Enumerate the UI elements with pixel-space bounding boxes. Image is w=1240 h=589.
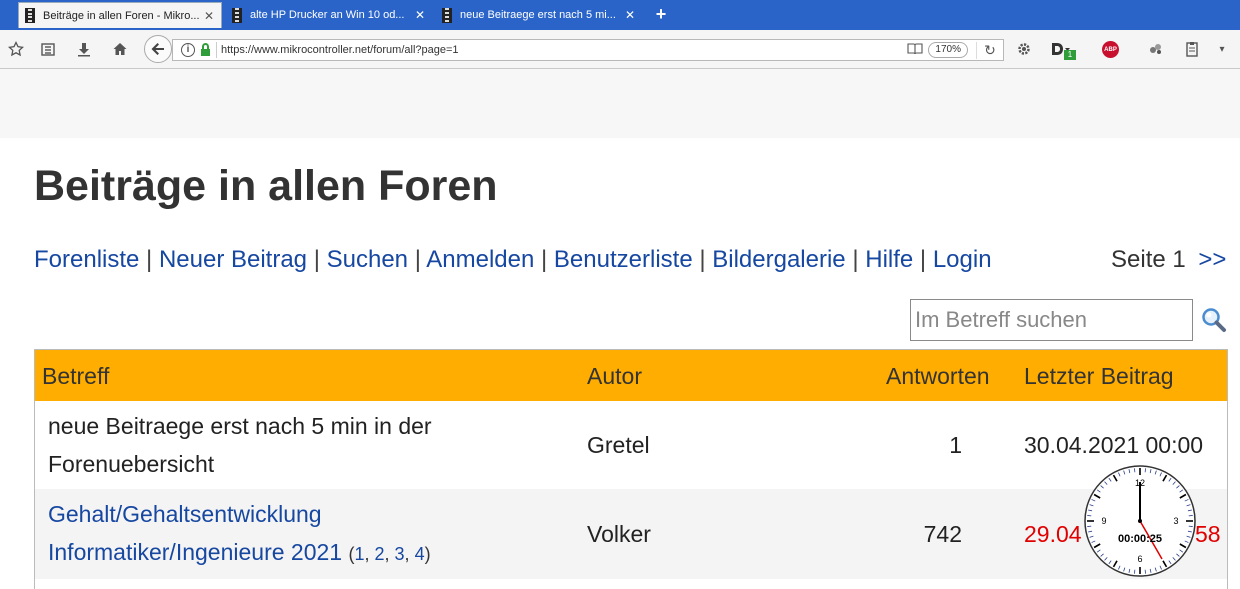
thread-title-line: neue Beitraege erst nach 5 min in der xyxy=(48,413,432,439)
new-tab-button[interactable]: + xyxy=(650,4,672,24)
column-header-last-post[interactable]: Letzter Beitrag xyxy=(1024,363,1174,390)
thread-answer-count: 1 xyxy=(949,432,962,459)
column-header-subject[interactable]: Betreff xyxy=(42,363,109,390)
thread-title-line: Gehalt/Gehaltsentwicklung xyxy=(48,501,322,527)
site-info-icon[interactable]: i xyxy=(181,43,195,57)
tab-beitraege[interactable]: Beiträge in allen Foren - Mikro... ✕ xyxy=(18,2,222,28)
mikrocontroller-favicon xyxy=(442,8,452,23)
nav-link-login[interactable]: Login xyxy=(933,246,992,273)
thread-author: Volker xyxy=(587,521,651,548)
tab-title: neue Beitraege erst nach 5 mi... xyxy=(460,9,622,21)
navigation-toolbar: i https://www.mikrocontroller.net/forum/… xyxy=(0,30,1240,69)
nav-separator: | xyxy=(314,246,320,273)
reader-view-icon[interactable] xyxy=(906,43,924,58)
thread-page-links: (1, 2, 3, 4) xyxy=(348,544,430,564)
adblock-icon[interactable]: ABP xyxy=(1102,41,1119,58)
url-separator xyxy=(216,42,217,58)
thread-last-post-time-fragment: 58 xyxy=(1195,521,1221,548)
mikrocontroller-favicon xyxy=(25,8,35,23)
page-indicator: Seite 1 xyxy=(1111,246,1186,273)
pagination: Seite 1 >> xyxy=(1111,244,1226,276)
thread-link[interactable]: Gehalt/Gehaltsentwicklung Informatiker/In… xyxy=(48,501,342,565)
nav-link-anmelden[interactable]: Anmelden xyxy=(426,246,534,273)
nav-link-hilfe[interactable]: Hilfe xyxy=(865,246,913,273)
thread-last-post-date: 30.04.2021 00:00 xyxy=(1024,432,1203,459)
nav-link-neuer-beitrag[interactable]: Neuer Beitrag xyxy=(159,246,307,273)
bookmarks-library-icon[interactable] xyxy=(38,39,58,59)
thread-last-post-date: 29.04 xyxy=(1024,521,1082,548)
clipboard-icon[interactable] xyxy=(1182,39,1202,59)
table-header: Betreff Autor Antworten Letzter Beitrag xyxy=(35,350,1227,401)
bookmark-star-icon[interactable] xyxy=(6,39,26,59)
tab-title: alte HP Drucker an Win 10 od... xyxy=(250,9,412,21)
thread-answer-count: 742 xyxy=(924,521,962,548)
nav-separator: | xyxy=(541,246,547,273)
page-header-band xyxy=(0,69,1240,138)
address-bar[interactable]: i https://www.mikrocontroller.net/forum/… xyxy=(172,39,1004,61)
mikrocontroller-favicon xyxy=(232,8,242,23)
stopwatch-dial: 12 3 6 9 00:00:25 xyxy=(1083,464,1197,578)
close-tab-icon[interactable]: ✕ xyxy=(201,9,217,23)
nav-link-forenliste[interactable]: Forenliste xyxy=(34,246,139,273)
back-arrow-icon xyxy=(150,41,166,57)
nav-separator: | xyxy=(920,246,926,273)
stopwatch-time: 00:00:25 xyxy=(1118,533,1162,545)
nav-link-bildergalerie[interactable]: Bildergalerie xyxy=(712,246,845,273)
dial-label-9: 9 xyxy=(1101,516,1106,526)
next-page-link[interactable]: >> xyxy=(1198,246,1226,273)
overflow-menu-chevron-icon[interactable]: ▾ xyxy=(1212,39,1232,59)
page-title: Beiträge in allen Foren xyxy=(34,160,498,212)
nav-separator: | xyxy=(699,246,705,273)
forum-navigation: Forenliste | Neuer Beitrag | Suchen | An… xyxy=(34,244,992,276)
column-header-author[interactable]: Autor xyxy=(587,363,642,390)
tab-hp-drucker[interactable]: alte HP Drucker an Win 10 od... ✕ xyxy=(226,2,432,28)
close-tab-icon[interactable]: ✕ xyxy=(412,8,428,22)
thread-page-link-1[interactable]: 1 xyxy=(354,544,364,564)
subject-search-input[interactable] xyxy=(910,299,1193,341)
nav-separator: | xyxy=(852,246,858,273)
thread-subject: Gehalt/Gehaltsentwicklung Informatiker/In… xyxy=(48,495,431,573)
table-row: neue Beitraege erst nach 5 min in der For… xyxy=(35,401,1227,489)
nav-link-benutzerliste[interactable]: Benutzerliste xyxy=(554,246,693,273)
tab-strip: Beiträge in allen Foren - Mikro... ✕ alt… xyxy=(0,0,1240,30)
gear-icon[interactable] xyxy=(1014,39,1034,59)
thread-author: Gretel xyxy=(587,432,650,459)
column-header-answers[interactable]: Antworten xyxy=(886,363,990,390)
nav-separator: | xyxy=(146,246,152,273)
forum-thread-table: Betreff Autor Antworten Letzter Beitrag … xyxy=(34,349,1228,589)
download-icon[interactable] xyxy=(74,39,94,59)
stopwatch-overlay[interactable]: 12 3 6 9 00:00:25 xyxy=(1083,464,1197,578)
tab-neue-beitraege[interactable]: neue Beitraege erst nach 5 mi... ✕ xyxy=(436,2,642,28)
nav-separator: | xyxy=(415,246,421,273)
search-icon[interactable] xyxy=(1200,306,1228,334)
thread-subject: neue Beitraege erst nach 5 min in der For… xyxy=(48,407,432,483)
tab-title: Beiträge in allen Foren - Mikro... xyxy=(43,10,201,22)
nav-link-suchen[interactable]: Suchen xyxy=(327,246,408,273)
extension-puzzle-icon[interactable] xyxy=(1146,39,1166,59)
home-icon[interactable] xyxy=(110,39,130,59)
thread-page-link-2[interactable]: 2 xyxy=(375,544,385,564)
table-row: Gehalt/Gehaltsentwicklung Informatiker/In… xyxy=(35,489,1227,579)
thread-page-link-3[interactable]: 3 xyxy=(395,544,405,564)
lock-icon xyxy=(201,49,210,56)
zoom-level-indicator[interactable]: 170% xyxy=(928,42,968,58)
dial-label-6: 6 xyxy=(1137,554,1142,564)
reload-icon[interactable]: ↻ xyxy=(976,42,1003,59)
url-text[interactable]: https://www.mikrocontroller.net/forum/al… xyxy=(221,44,906,56)
thread-title-line: Informatiker/Ingenieure 2021 xyxy=(48,539,342,565)
thread-title-line: Forenuebersicht xyxy=(48,451,214,477)
close-tab-icon[interactable]: ✕ xyxy=(622,8,638,22)
back-button[interactable] xyxy=(144,35,172,63)
dial-label-3: 3 xyxy=(1173,516,1178,526)
download-count-badge: 1 xyxy=(1064,50,1076,60)
thread-page-link-4[interactable]: 4 xyxy=(415,544,425,564)
thread-link[interactable]: neue Beitraege erst nach 5 min in der For… xyxy=(48,413,432,477)
